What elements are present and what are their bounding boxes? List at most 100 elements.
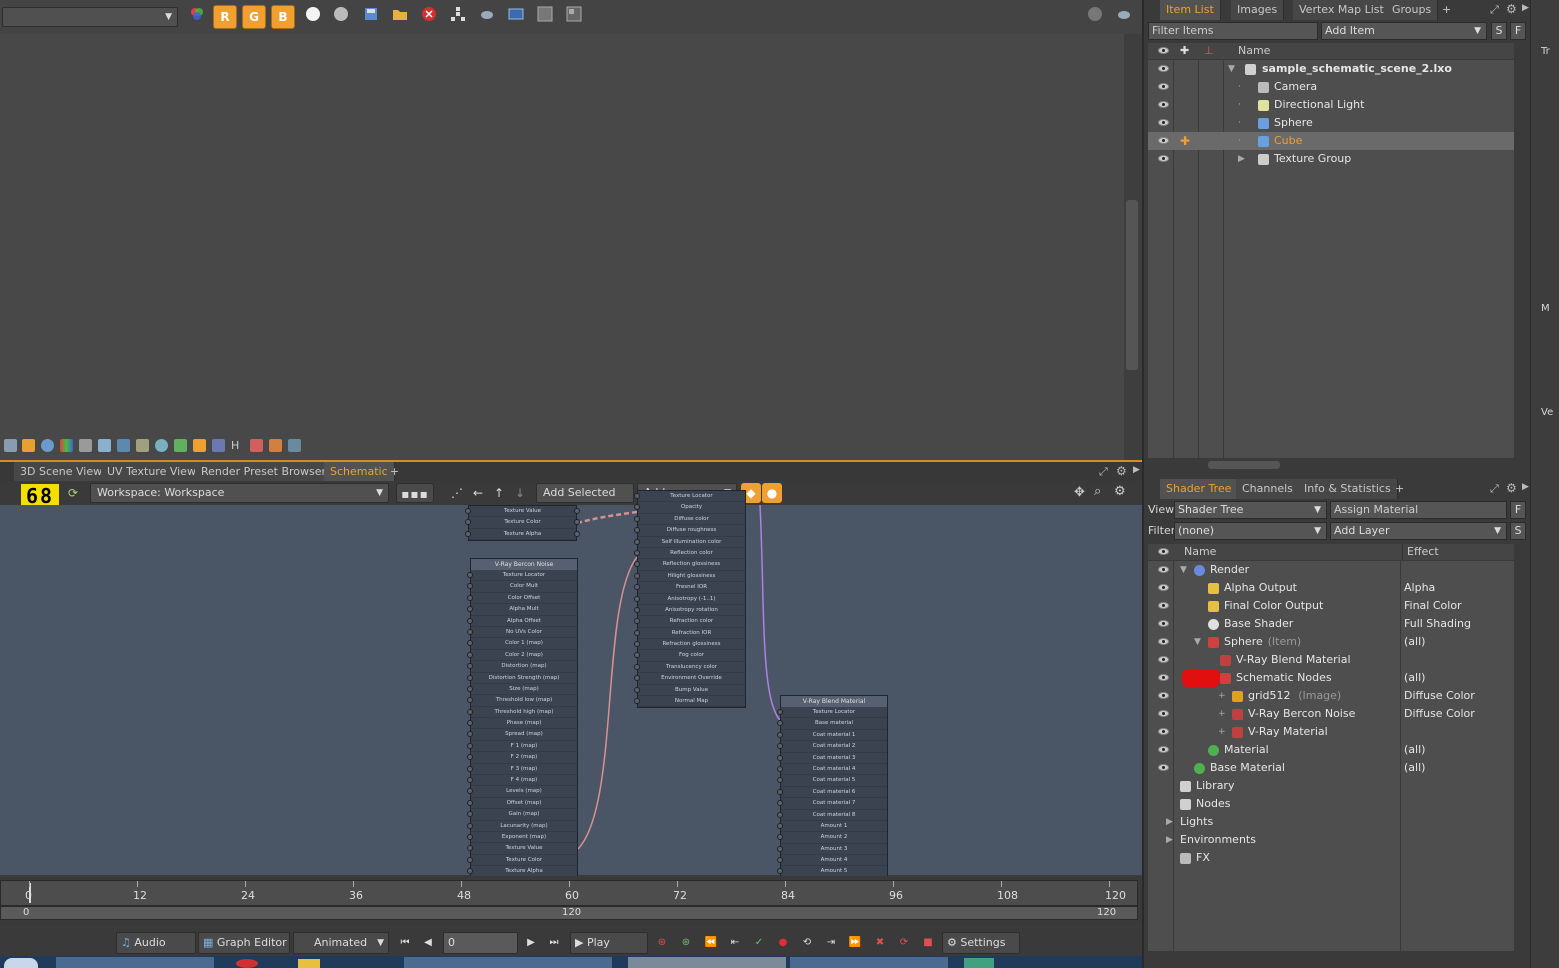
eye-icon[interactable] [1158, 674, 1169, 681]
histogram-icon[interactable] [117, 439, 130, 452]
eye-icon[interactable] [1158, 746, 1169, 753]
expand-icon[interactable]: ▼ [1180, 561, 1187, 579]
record-icon[interactable]: ● [774, 934, 792, 952]
input-port[interactable] [777, 868, 783, 875]
folder-icon[interactable] [298, 959, 320, 968]
node-row[interactable]: Texture Locator [634, 491, 745, 503]
teapot-icon[interactable] [476, 6, 498, 28]
tab-channels[interactable]: Channels [1236, 479, 1300, 499]
node-row[interactable]: Coat material 3 [777, 753, 887, 764]
node-row[interactable]: Coat material 8 [777, 810, 887, 821]
node-row[interactable]: F 1 (map) [467, 741, 577, 753]
node-row[interactable]: Offset (map) [467, 798, 577, 810]
item-list-scrollbar[interactable] [1514, 60, 1526, 458]
tab-groups[interactable]: Groups [1386, 0, 1439, 20]
input-port[interactable] [467, 708, 473, 715]
s-button[interactable]: S [1491, 22, 1507, 40]
filter-dropdown[interactable]: (none) ▼ [1174, 522, 1327, 540]
shader-row[interactable]: ▼ Sphere (Item) (all) [1148, 633, 1514, 651]
view-dropdown[interactable]: Shader Tree ▼ [1174, 501, 1327, 519]
input-port[interactable] [634, 618, 640, 625]
list-icon[interactable] [22, 439, 35, 452]
eye-icon[interactable] [1158, 620, 1169, 627]
shader-row[interactable]: + grid512 (Image) Diffuse Color [1148, 687, 1514, 705]
input-port[interactable] [777, 788, 783, 795]
node-row[interactable]: Fog color [634, 650, 745, 662]
loop-icon[interactable]: ⟲ [798, 934, 816, 952]
eye-icon[interactable] [1158, 65, 1169, 72]
expand-icon[interactable]: ▶ [1166, 831, 1173, 849]
timeline-ruler[interactable]: 0 12 24 36 48 60 72 84 96 108 120 [0, 880, 1138, 906]
item-row[interactable]: · Camera [1148, 78, 1514, 96]
node-row[interactable]: Opacity [634, 502, 745, 514]
snapshot-icon[interactable] [534, 6, 556, 28]
expand-icon[interactable]: + [1218, 687, 1226, 705]
node-row[interactable]: Alpha Mult [467, 604, 577, 616]
eye-icon[interactable] [1158, 119, 1169, 126]
input-port[interactable] [634, 606, 640, 613]
stop-icon[interactable]: ■ [919, 934, 937, 952]
item-row[interactable]: ▶ Texture Group [1148, 150, 1514, 168]
viewport-scroll-thumb[interactable] [1126, 200, 1138, 370]
input-port[interactable] [634, 561, 640, 568]
gear-icon[interactable]: ⚙ [1506, 2, 1517, 16]
layers-icon[interactable] [98, 439, 111, 452]
tab-images[interactable]: Images [1231, 0, 1285, 20]
input-port[interactable] [634, 686, 640, 693]
node-row[interactable]: Diffuse roughness [634, 525, 745, 537]
image-icon[interactable] [174, 439, 187, 452]
channels-icon[interactable] [60, 439, 73, 452]
audio-button[interactable]: ♫ Audio [116, 932, 196, 954]
input-port[interactable] [634, 527, 640, 534]
input-port[interactable] [777, 811, 783, 818]
preset-dropdown[interactable]: ▼ [2, 7, 178, 27]
node-row[interactable]: F 4 (map) [467, 775, 577, 787]
node-row[interactable]: Fresnel IOR [634, 582, 745, 594]
color-wheel-icon[interactable] [186, 6, 208, 28]
input-port[interactable] [467, 833, 473, 840]
input-port[interactable] [467, 651, 473, 658]
tab-render-preset-browser[interactable]: Render Preset Browser [195, 462, 334, 482]
expand-icon[interactable]: + [1218, 705, 1226, 723]
shader-row[interactable]: ▼ Render [1148, 561, 1514, 579]
input-port[interactable] [634, 663, 640, 670]
input-port[interactable] [777, 709, 783, 715]
eye-icon[interactable] [1158, 728, 1169, 735]
item-row[interactable]: ▼ sample_schematic_scene_2.lxo [1148, 60, 1514, 78]
chevron-right-icon[interactable]: ▶ [1133, 465, 1140, 475]
node-row[interactable]: Refraction glossiness [634, 639, 745, 651]
node-row[interactable]: Environment Override [634, 673, 745, 685]
axis-icon[interactable]: ⊥ [1204, 43, 1214, 59]
input-port[interactable] [634, 549, 640, 556]
node-row[interactable]: Texture Value [465, 506, 580, 518]
input-port[interactable] [777, 743, 783, 750]
output-port[interactable] [574, 508, 580, 514]
bars-icon[interactable] [269, 439, 282, 452]
eye-icon[interactable] [1158, 566, 1169, 573]
arrow-up-icon[interactable]: ↑ [489, 483, 509, 503]
node-row[interactable]: Coat material 4 [777, 764, 887, 776]
input-port[interactable] [465, 508, 471, 514]
curve-icon[interactable] [136, 439, 149, 452]
input-port[interactable] [467, 868, 473, 875]
arrange-icon[interactable]: ⋰ [447, 483, 467, 503]
input-port[interactable] [634, 538, 640, 545]
chevron-right-icon[interactable]: ▶ [1522, 482, 1529, 492]
node-row[interactable]: Color 1 (map) [467, 638, 577, 650]
shader-row[interactable]: ▶ Lights [1148, 813, 1514, 831]
node-row[interactable]: Spread (map) [467, 729, 577, 741]
green-channel-button[interactable]: G [242, 5, 266, 29]
node-row[interactable]: Texture Color [467, 855, 577, 867]
shader-row[interactable]: + V-Ray Bercon Noise Diffuse Color [1148, 705, 1514, 723]
input-port[interactable] [777, 845, 783, 852]
eye-icon[interactable] [1158, 137, 1169, 144]
input-port[interactable] [467, 731, 473, 738]
node-row[interactable]: Phase (map) [467, 718, 577, 730]
cycle-icon[interactable]: ⟳ [895, 934, 913, 952]
compare-icon[interactable] [563, 6, 585, 28]
node-row[interactable]: Size (map) [467, 684, 577, 696]
eye-icon[interactable] [1158, 764, 1169, 771]
set-key-icon[interactable]: ✓ [750, 934, 768, 952]
open-folder-icon[interactable] [389, 6, 411, 28]
save-icon[interactable] [360, 6, 382, 28]
